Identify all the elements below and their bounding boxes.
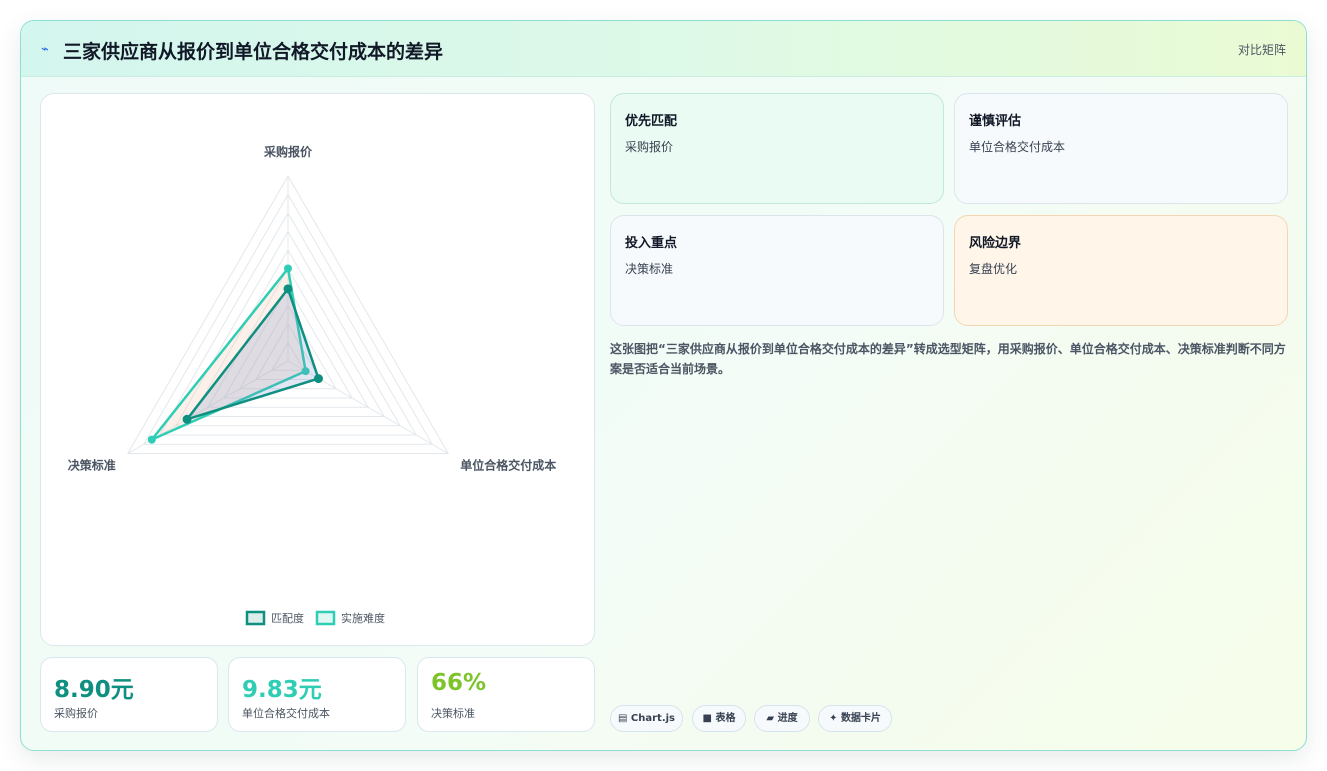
card-header: ⌁ 三家供应商从报价到单位合格交付成本的差异 对比矩阵 bbox=[21, 21, 1306, 77]
legend-swatch bbox=[315, 610, 336, 626]
tile-title: 优先匹配 bbox=[625, 114, 678, 129]
stat-card-1: 9.83元 单位合格交付成本 bbox=[228, 657, 406, 732]
tile-subtitle: 采购报价 bbox=[625, 140, 674, 154]
tile-title: 投入重点 bbox=[625, 236, 678, 251]
chip-data-card[interactable]: ✦ 数据卡片 bbox=[818, 705, 892, 732]
chip-progress[interactable]: ▰ 进度 bbox=[754, 705, 810, 732]
radar-point bbox=[147, 435, 156, 444]
stat-value: 9.83元 bbox=[242, 677, 322, 703]
radar-axis-label: 决策标准 bbox=[68, 458, 116, 473]
legend-label: 匹配度 bbox=[271, 611, 304, 625]
chip-label: 数据卡片 bbox=[840, 713, 881, 724]
radar-point bbox=[283, 284, 293, 294]
stat-value: 66% bbox=[431, 670, 487, 696]
radar-point bbox=[284, 264, 292, 273]
description-text: 这张图把“三家供应商从报价到单位合格交付成本的差异”转成选型矩阵，用采购报价、单… bbox=[610, 342, 1286, 376]
card-tag: 对比矩阵 bbox=[1237, 43, 1286, 57]
tile-subtitle: 复盘优化 bbox=[969, 262, 1018, 276]
tile-subtitle: 单位合格交付成本 bbox=[969, 140, 1066, 154]
sparkle-icon: ✦ bbox=[829, 713, 838, 724]
tile-cautious-eval[interactable]: 谨慎评估 单位合格交付成本 bbox=[954, 93, 1288, 204]
radar-axis-label: 单位合格交付成本 bbox=[460, 458, 556, 473]
chart-icon: ▤ bbox=[617, 713, 628, 724]
tile-investment-focus[interactable]: 投入重点 决策标准 bbox=[610, 215, 944, 326]
chip-label: 表格 bbox=[715, 713, 736, 724]
tile-title: 谨慎评估 bbox=[969, 114, 1022, 129]
legend-label: 实施难度 bbox=[341, 611, 385, 625]
stat-label: 采购报价 bbox=[54, 707, 98, 720]
card-title: 三家供应商从报价到单位合格交付成本的差异 bbox=[63, 41, 444, 63]
chip-chartjs[interactable]: ▤ Chart.js bbox=[610, 705, 683, 732]
tile-subtitle: 决策标准 bbox=[625, 262, 674, 276]
stat-card-2: 66% 决策标准 bbox=[417, 657, 595, 732]
tile-priority-match[interactable]: 优先匹配 采购报价 bbox=[610, 93, 944, 204]
legend-swatch bbox=[245, 610, 266, 626]
table-icon: ■ bbox=[702, 713, 712, 724]
radar-point bbox=[182, 414, 192, 424]
stat-label: 单位合格交付成本 bbox=[242, 707, 330, 720]
tile-title: 风险边界 bbox=[969, 236, 1022, 251]
radar-chart: 采购报价单位合格交付成本 决策标准匹配度 实施难度 bbox=[68, 144, 556, 626]
radar-point bbox=[313, 374, 323, 384]
chip-label: Chart.js bbox=[630, 713, 676, 724]
chip-table[interactable]: ■ 表格 bbox=[692, 705, 746, 732]
chip-label: 进度 bbox=[777, 713, 798, 724]
lightning-icon: ⌁ bbox=[41, 42, 49, 57]
comparison-card: ⌁ 三家供应商从报价到单位合格交付成本的差异 对比矩阵 采购报价 单位合格交付成本… bbox=[20, 20, 1307, 751]
stat-value: 8.90元 bbox=[54, 677, 134, 703]
radar-axis-label: 采购报价 bbox=[263, 144, 313, 159]
radar-chart-panel: 采购报价单位合格交付成本 决策标准匹配度 实施难度 bbox=[40, 93, 595, 646]
tile-risk-boundary[interactable]: 风险边界 复盘优化 bbox=[954, 215, 1288, 326]
stat-card-0: 8.90元 采购报价 bbox=[40, 657, 218, 732]
progress-icon: ▰ bbox=[766, 713, 775, 724]
stat-label: 决策标准 bbox=[431, 707, 475, 720]
